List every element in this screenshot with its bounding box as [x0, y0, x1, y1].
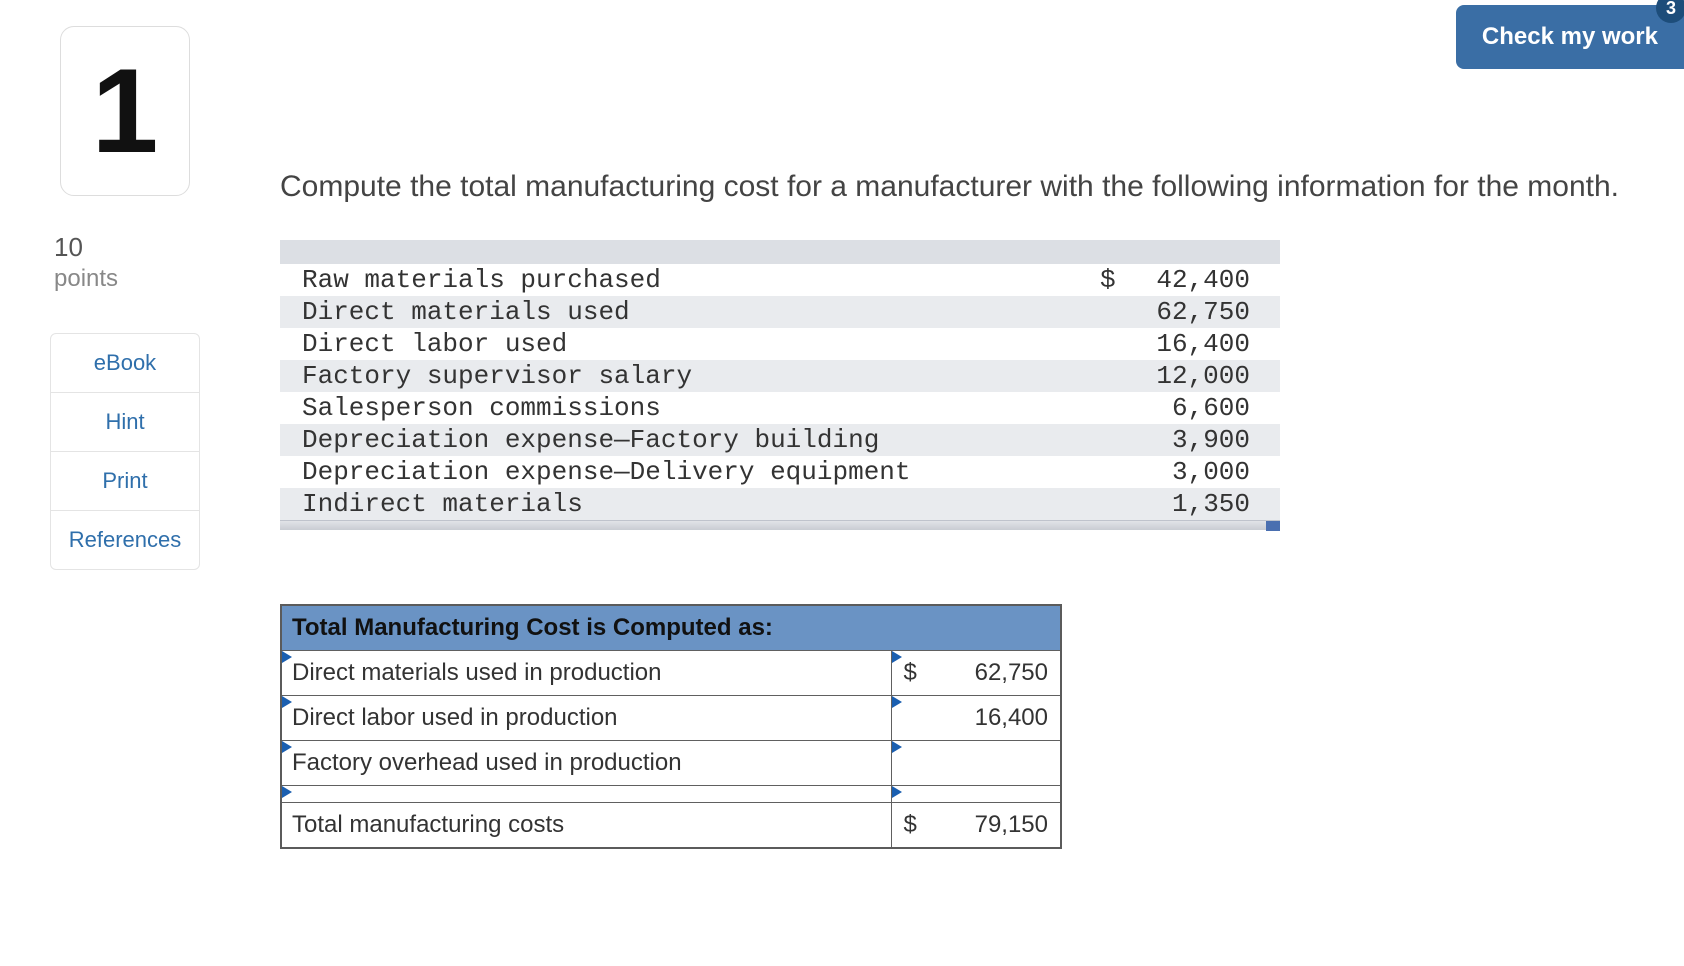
points-value: 10: [54, 232, 200, 263]
answer-row-value-cell[interactable]: $62,750: [891, 651, 1061, 696]
info-row-label: Factory supervisor salary: [302, 361, 1100, 391]
answer-row-value-cell[interactable]: [891, 786, 1061, 803]
info-row: Direct materials used 62,750: [280, 296, 1280, 328]
answer-row-label-cell[interactable]: [281, 786, 891, 803]
info-row-label: Direct labor used: [302, 329, 1100, 359]
info-row-label: Depreciation expense—Factory building: [302, 425, 1100, 455]
info-row-label: Depreciation expense—Delivery equipment: [302, 457, 1100, 487]
check-my-work-button[interactable]: Check my work 3: [1456, 5, 1684, 69]
info-row-value: 6,600: [1130, 393, 1260, 423]
answer-row-label-cell[interactable]: Direct labor used in production: [281, 696, 891, 741]
info-row-value: 62,750: [1130, 297, 1260, 327]
answer-table-header: Total Manufacturing Cost is Computed as:: [281, 605, 1061, 651]
info-row-value: 42,400: [1130, 265, 1260, 295]
info-row-currency: $: [1100, 265, 1130, 295]
answer-row-num: 16,400: [904, 704, 1051, 732]
points-block: 10 points: [54, 232, 200, 293]
info-row-value: 3,000: [1130, 457, 1260, 487]
info-row-currency: [1100, 425, 1130, 455]
answer-row: Direct labor used in production 16,400: [281, 696, 1061, 741]
info-row-label: Salesperson commissions: [302, 393, 1100, 423]
info-row-currency: [1100, 329, 1130, 359]
info-row-currency: [1100, 489, 1130, 519]
print-link[interactable]: Print: [51, 452, 199, 511]
answer-row: [281, 786, 1061, 803]
answer-row-value-cell[interactable]: 16,400: [891, 696, 1061, 741]
info-row: Salesperson commissions 6,600: [280, 392, 1280, 424]
question-prompt: Compute the total manufacturing cost for…: [280, 170, 1680, 204]
answer-table: Total Manufacturing Cost is Computed as:…: [280, 604, 1062, 849]
ebook-link[interactable]: eBook: [51, 334, 199, 393]
info-row-value: 16,400: [1130, 329, 1260, 359]
info-bottom-accent: [1266, 521, 1280, 531]
answer-total-label-text: Total manufacturing costs: [292, 811, 564, 838]
answer-total-num: 79,150: [917, 811, 1050, 839]
points-label: points: [54, 265, 200, 293]
answer-row: Direct materials used in production$62,7…: [281, 651, 1061, 696]
info-table: Raw materials purchased$42,400Direct mat…: [280, 240, 1280, 530]
attempts-badge: 3: [1656, 0, 1684, 23]
info-row: Direct labor used 16,400: [280, 328, 1280, 360]
info-row-value: 12,000: [1130, 361, 1260, 391]
answer-row-label-cell[interactable]: Factory overhead used in production: [281, 741, 891, 786]
hint-link[interactable]: Hint: [51, 393, 199, 452]
info-row-value: 1,350: [1130, 489, 1260, 519]
info-row-currency: [1100, 393, 1130, 423]
info-row-value: 3,900: [1130, 425, 1260, 455]
question-number: 1: [92, 42, 159, 180]
answer-row-value-cell[interactable]: [891, 741, 1061, 786]
info-row-currency: [1100, 297, 1130, 327]
answer-row-dollar: $: [902, 659, 917, 687]
answer-total-value: $ 79,150: [891, 803, 1061, 849]
answer-total-label: Total manufacturing costs: [281, 803, 891, 849]
info-row-label: Direct materials used: [302, 297, 1100, 327]
answer-row-label-cell[interactable]: Direct materials used in production: [281, 651, 891, 696]
check-my-work-label: Check my work: [1482, 23, 1658, 50]
info-bottom-bar: [280, 520, 1280, 530]
info-row: Factory supervisor salary 12,000: [280, 360, 1280, 392]
info-row: Indirect materials 1,350: [280, 488, 1280, 520]
attempts-badge-count: 3: [1666, 0, 1676, 19]
references-link[interactable]: References: [51, 511, 199, 569]
info-row-label: Indirect materials: [302, 489, 1100, 519]
question-number-box: 1: [60, 26, 190, 196]
info-header-bar: [280, 240, 1280, 264]
info-row-currency: [1100, 457, 1130, 487]
side-links: eBook Hint Print References: [50, 333, 200, 570]
info-row-label: Raw materials purchased: [302, 265, 1100, 295]
info-row: Depreciation expense—Delivery equipment 3…: [280, 456, 1280, 488]
answer-row-num: 62,750: [917, 659, 1050, 687]
info-row: Raw materials purchased$42,400: [280, 264, 1280, 296]
answer-row: Factory overhead used in production: [281, 741, 1061, 786]
answer-total-dollar: $: [902, 811, 917, 839]
info-row-currency: [1100, 361, 1130, 391]
info-row: Depreciation expense—Factory building 3,9…: [280, 424, 1280, 456]
